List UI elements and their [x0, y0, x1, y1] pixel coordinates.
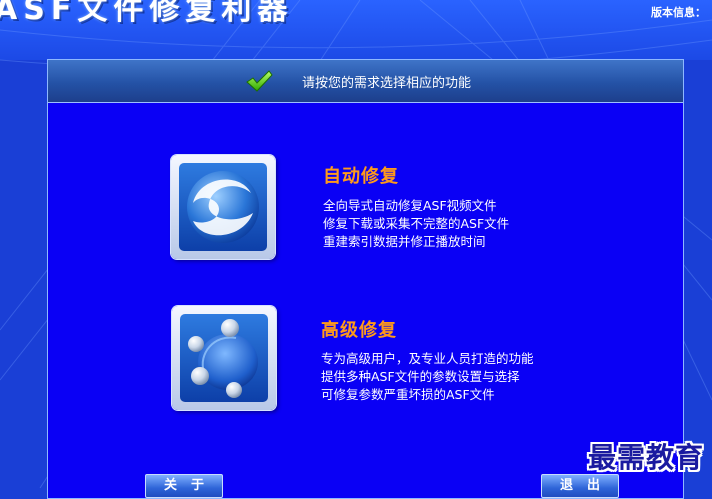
auto-repair-description: 全向导式自动修复ASF视频文件 修复下载或采集不完整的ASF文件 重建索引数据并…: [323, 197, 509, 251]
advanced-repair-description: 专为高级用户，及专业人员打造的功能 提供多种ASF文件的参数设置与选择 可修复参…: [321, 350, 534, 404]
advanced-repair-line-1: 专为高级用户，及专业人员打造的功能: [321, 351, 534, 366]
advanced-repair-line-3: 可修复参数严重坏损的ASF文件: [321, 387, 495, 402]
auto-repair-title[interactable]: 自动修复: [323, 162, 399, 188]
panel-header: 请按您的需求选择相应的功能: [48, 60, 683, 103]
function-select-panel: 请按您的需求选择相应的功能: [47, 59, 684, 499]
checkmark-icon: [246, 70, 273, 92]
auto-repair-swirl-icon: [179, 163, 267, 251]
advanced-repair-orbs-icon: [180, 314, 268, 402]
auto-repair-line-1: 全向导式自动修复ASF视频文件: [323, 198, 497, 213]
exit-button[interactable]: 退出: [541, 474, 619, 498]
app-title: ASF文件修复利器: [0, 0, 294, 27]
instruction-text: 请按您的需求选择相应的功能: [302, 76, 472, 91]
watermark-text: 最需教育: [588, 441, 705, 474]
advanced-repair-line-2: 提供多种ASF文件的参数设置与选择: [321, 369, 520, 384]
advanced-repair-title[interactable]: 高级修复: [321, 316, 397, 342]
advanced-repair-button[interactable]: [172, 306, 276, 410]
auto-repair-line-2: 修复下载或采集不完整的ASF文件: [323, 216, 510, 231]
auto-repair-line-3: 重建索引数据并修正播放时间: [323, 234, 486, 249]
version-info-link[interactable]: 版本信息：: [651, 4, 706, 20]
auto-repair-button[interactable]: [171, 155, 275, 259]
about-button[interactable]: 关于: [145, 474, 223, 498]
